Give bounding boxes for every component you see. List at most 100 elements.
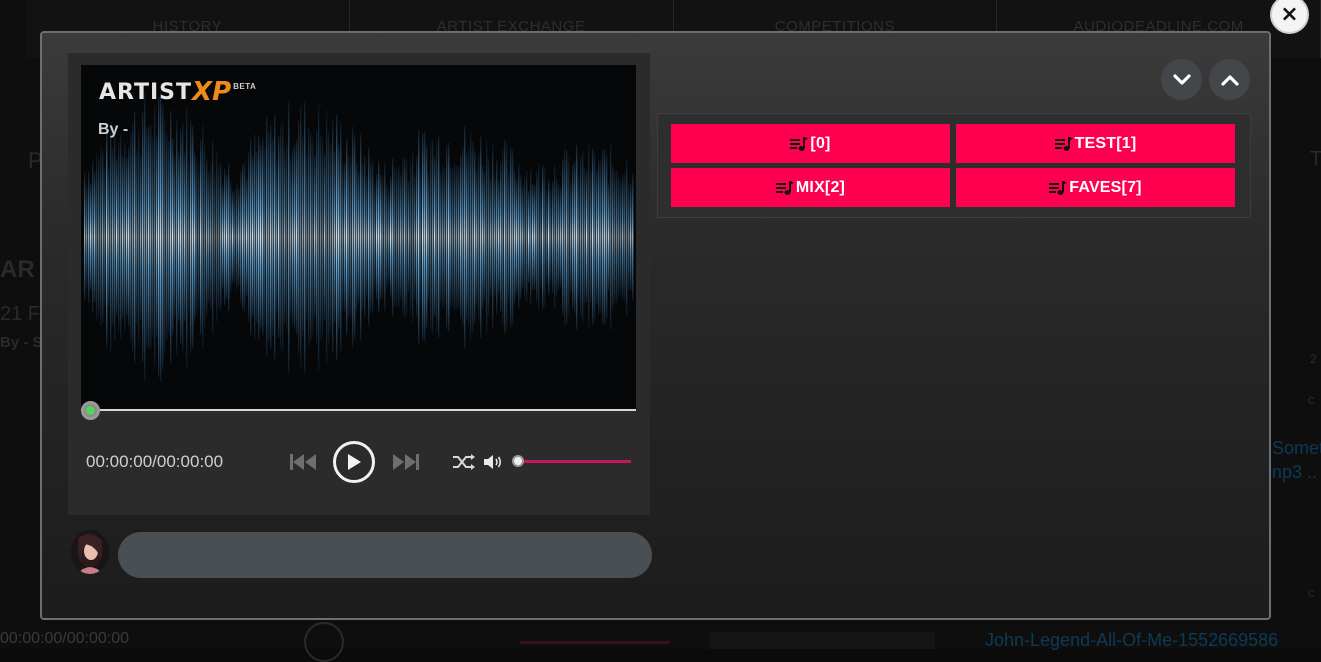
logo-badge: BETA bbox=[233, 82, 257, 91]
waveform-stroke bbox=[624, 172, 626, 302]
waveform-stroke bbox=[432, 140, 434, 334]
expand-button[interactable] bbox=[1209, 59, 1250, 100]
waveform-stroke bbox=[174, 156, 176, 318]
background-volume-bar bbox=[520, 641, 670, 644]
waveform-stroke bbox=[590, 171, 592, 303]
collapse-button[interactable] bbox=[1161, 59, 1202, 100]
waveform-stroke bbox=[380, 174, 382, 300]
waveform-stroke bbox=[366, 176, 368, 298]
waveform-stroke bbox=[118, 141, 120, 333]
waveform-stroke bbox=[104, 167, 106, 307]
progress-handle[interactable] bbox=[81, 401, 100, 420]
waveform-stroke bbox=[158, 96, 160, 378]
artistxp-logo: ARTIST XP BETA bbox=[99, 79, 256, 105]
waveform-stroke bbox=[130, 131, 132, 343]
skip-forward-button[interactable] bbox=[391, 451, 421, 473]
close-icon: × bbox=[1280, 1, 1299, 27]
shuffle-icon bbox=[453, 454, 475, 470]
playlist-button-faves[interactable]: FAVES[7] bbox=[956, 168, 1235, 207]
waveform-stroke bbox=[516, 180, 518, 294]
waveform-stroke bbox=[408, 180, 410, 294]
waveform-stroke bbox=[84, 173, 86, 301]
waveform-stroke bbox=[410, 158, 412, 316]
skip-back-icon bbox=[290, 454, 316, 470]
playlist-label: FAVES[7] bbox=[1069, 178, 1142, 196]
background-fragment: c bbox=[1308, 392, 1315, 407]
progress-bar[interactable] bbox=[81, 409, 636, 411]
playlist-label: TEST[1] bbox=[1074, 134, 1137, 152]
waveform-stroke bbox=[348, 157, 350, 317]
waveform-stroke bbox=[538, 163, 540, 311]
waveform-stroke bbox=[618, 175, 620, 299]
playlist-button-0[interactable]: [0] bbox=[671, 124, 950, 163]
skip-back-button[interactable] bbox=[288, 451, 318, 473]
waveform-stroke bbox=[210, 164, 212, 310]
waveform-stroke bbox=[268, 132, 270, 342]
waveform-stroke bbox=[524, 175, 526, 299]
waveform-stroke bbox=[208, 171, 210, 303]
waveform-stroke bbox=[476, 168, 478, 306]
waveform-stroke bbox=[248, 151, 250, 323]
shuffle-button[interactable] bbox=[451, 452, 477, 472]
waveform-stroke bbox=[510, 146, 512, 328]
waveform-stroke bbox=[106, 127, 108, 347]
waveform-stroke bbox=[332, 120, 334, 354]
waveform-stroke bbox=[180, 129, 182, 345]
waveform-stroke bbox=[314, 155, 316, 319]
waveform-stroke bbox=[530, 169, 532, 305]
waveform-stroke bbox=[200, 139, 202, 335]
waveform-stroke bbox=[226, 175, 228, 299]
waveform-stroke bbox=[420, 167, 422, 307]
waveform-stroke bbox=[270, 125, 272, 349]
waveform-stroke bbox=[350, 156, 352, 318]
play-button[interactable] bbox=[333, 441, 375, 483]
chevron-up-icon bbox=[1220, 74, 1239, 86]
volume-slider[interactable] bbox=[518, 460, 631, 463]
waveform-stroke bbox=[218, 164, 220, 310]
waveform-stroke bbox=[616, 170, 618, 304]
waveform-stroke bbox=[232, 190, 234, 284]
waveform-stroke bbox=[310, 133, 312, 341]
waveform-stroke bbox=[592, 149, 594, 325]
waveform-stroke bbox=[166, 133, 168, 341]
waveform-stroke bbox=[492, 144, 494, 330]
comment-input[interactable] bbox=[118, 532, 652, 578]
waveform-stroke bbox=[258, 134, 260, 340]
waveform-stroke bbox=[140, 154, 142, 320]
waveform-stroke bbox=[114, 132, 116, 342]
waveform-stroke bbox=[598, 160, 600, 314]
playlist-label: [0] bbox=[810, 134, 831, 152]
waveform-stroke bbox=[148, 126, 150, 348]
waveform-stroke bbox=[254, 134, 256, 340]
waveform-stroke bbox=[378, 160, 380, 314]
waveform-stroke bbox=[608, 183, 610, 291]
waveform-stroke bbox=[284, 149, 286, 325]
volume-button[interactable] bbox=[482, 452, 504, 472]
time-display: 00:00:00/00:00:00 bbox=[86, 452, 224, 471]
playlist-button-mix[interactable]: MIX[2] bbox=[671, 168, 950, 207]
waveform-stroke bbox=[282, 121, 284, 353]
playlist-button-test[interactable]: TEST[1] bbox=[956, 124, 1235, 163]
logo-word: ARTIST bbox=[99, 80, 193, 105]
waveform-stroke bbox=[554, 165, 556, 309]
waveform-stroke bbox=[120, 134, 122, 340]
waveform-stroke bbox=[362, 164, 364, 310]
waveform-stroke bbox=[512, 149, 514, 325]
waveform-stroke bbox=[358, 171, 360, 303]
waveform-stroke bbox=[568, 157, 570, 317]
background-fragment: np3 .. bbox=[1272, 462, 1318, 482]
waveform-stroke bbox=[566, 150, 568, 324]
waveform-stroke bbox=[484, 171, 486, 303]
volume-handle[interactable] bbox=[512, 455, 524, 467]
waveform-stroke bbox=[558, 184, 560, 290]
waveform-stroke bbox=[250, 138, 252, 336]
waveform-stroke bbox=[150, 125, 152, 349]
waveform-stroke bbox=[236, 184, 238, 290]
waveform-stroke bbox=[240, 170, 242, 304]
waveform-stroke bbox=[94, 171, 96, 303]
waveform-stroke bbox=[416, 156, 418, 318]
waveform-stroke bbox=[112, 148, 114, 326]
waveform-stroke bbox=[206, 158, 208, 316]
background-fragment: Someth bbox=[1272, 438, 1321, 458]
waveform-stroke bbox=[426, 145, 428, 329]
